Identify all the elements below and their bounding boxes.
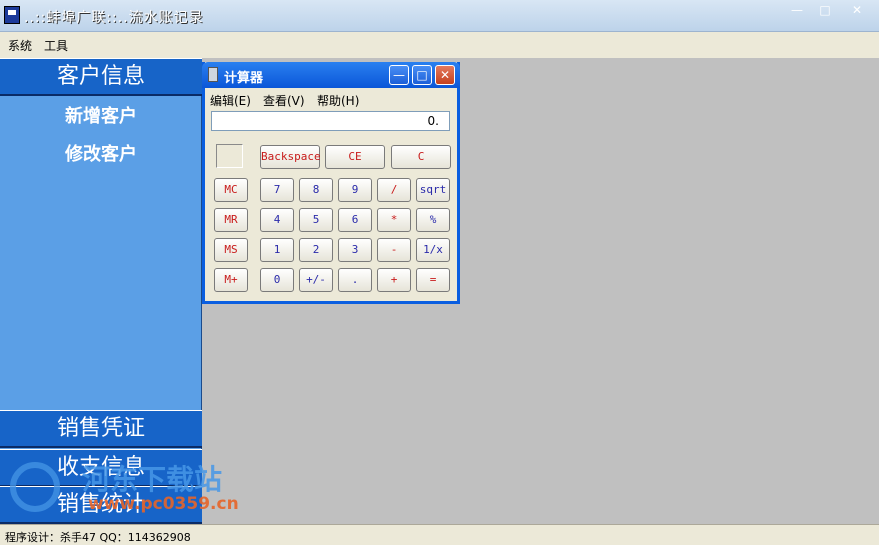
menubar: 系统 工具 — [0, 32, 879, 56]
calculator-display: 0. — [211, 111, 450, 131]
calculator-menu-edit[interactable]: 编辑(E) — [210, 92, 251, 109]
key-c[interactable]: C — [391, 145, 451, 169]
key-plus[interactable]: + — [377, 268, 411, 292]
app-icon — [4, 6, 20, 24]
calculator-maximize-button[interactable]: □ — [412, 65, 432, 85]
key-sqrt[interactable]: sqrt — [416, 178, 450, 202]
key-mplus[interactable]: M+ — [214, 268, 248, 292]
memory-indicator — [216, 144, 243, 168]
sidebar-item-edit-customer[interactable]: 修改客户 — [0, 140, 202, 166]
key-ce[interactable]: CE — [325, 145, 385, 169]
key-0[interactable]: 0 — [260, 268, 294, 292]
key-mr[interactable]: MR — [214, 208, 248, 232]
key-percent[interactable]: % — [416, 208, 450, 232]
key-6[interactable]: 6 — [338, 208, 372, 232]
key-9[interactable]: 9 — [338, 178, 372, 202]
key-1[interactable]: 1 — [260, 238, 294, 262]
key-7[interactable]: 7 — [260, 178, 294, 202]
key-multiply[interactable]: * — [377, 208, 411, 232]
key-2[interactable]: 2 — [299, 238, 333, 262]
sidebar: 客户信息 新增客户 修改客户 销售凭证 收支信息 销售统计 — [0, 58, 202, 524]
key-negate[interactable]: +/- — [299, 268, 333, 292]
minimize-button[interactable]: — — [786, 3, 808, 19]
calculator-title: 计算器 — [224, 71, 264, 86]
sidebar-item-add-customer[interactable]: 新增客户 — [0, 102, 202, 128]
maximize-button[interactable]: □ — [814, 3, 836, 19]
key-decimal[interactable]: . — [338, 268, 372, 292]
calculator-menu-view[interactable]: 查看(V) — [263, 92, 305, 109]
calculator-titlebar[interactable]: 计算器 — □ ✕ — [202, 62, 460, 88]
key-8[interactable]: 8 — [299, 178, 333, 202]
status-text: 程序设计：杀手47 QQ：114362908 — [5, 531, 191, 544]
key-5[interactable]: 5 — [299, 208, 333, 232]
statusbar: 程序设计：杀手47 QQ：114362908 — [0, 524, 879, 545]
close-button[interactable]: ✕ — [846, 3, 868, 19]
sidebar-header-customer[interactable]: 客户信息 — [0, 58, 202, 96]
menu-tools[interactable]: 工具 — [44, 37, 68, 54]
sidebar-header-sales[interactable]: 销售凭证 — [0, 410, 202, 448]
calculator-icon — [208, 67, 218, 82]
calculator-close-button[interactable]: ✕ — [435, 65, 455, 85]
key-ms[interactable]: MS — [214, 238, 248, 262]
calculator-minimize-button[interactable]: — — [389, 65, 409, 85]
key-divide[interactable]: / — [377, 178, 411, 202]
menu-system[interactable]: 系统 — [8, 37, 32, 54]
key-backspace[interactable]: Backspace — [260, 145, 321, 169]
calculator-window: 计算器 — □ ✕ 编辑(E) 查看(V) 帮助(H) 0. Backspace… — [202, 62, 460, 304]
calculator-menu-help[interactable]: 帮助(H) — [317, 92, 359, 109]
sidebar-header-stats[interactable]: 销售统计 — [0, 486, 202, 524]
key-4[interactable]: 4 — [260, 208, 294, 232]
sidebar-header-income[interactable]: 收支信息 — [0, 449, 202, 487]
key-mc[interactable]: MC — [214, 178, 248, 202]
window-title: ..::蚌埠广联::..流水账记录 — [24, 10, 204, 26]
window-titlebar[interactable]: ..::蚌埠广联::..流水账记录 — □ ✕ — [0, 0, 879, 32]
key-1dividex[interactable]: 1/x — [416, 238, 450, 262]
key-equals[interactable]: = — [416, 268, 450, 292]
key-minus[interactable]: - — [377, 238, 411, 262]
key-3[interactable]: 3 — [338, 238, 372, 262]
